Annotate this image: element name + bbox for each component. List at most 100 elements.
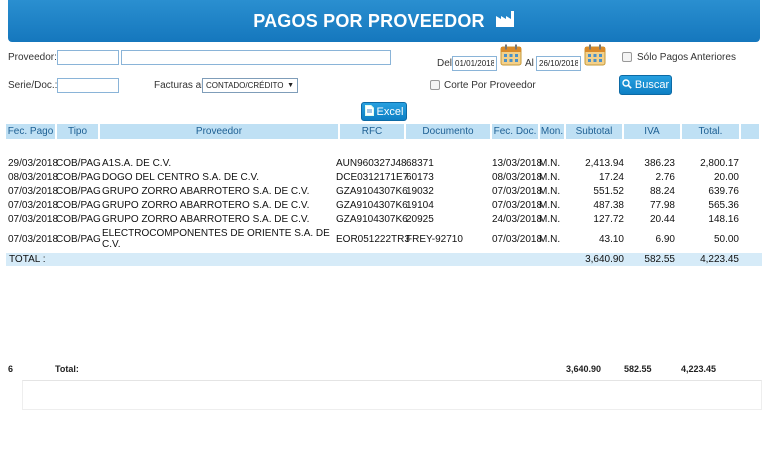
factory-icon [495,10,515,33]
cell-subtotal: 2,413.94 [585,158,624,169]
table-row[interactable]: 07/03/2018 COB/PAG ELECTROCOMPONENTES DE… [6,228,762,252]
cell-tipo: COB/PAG [56,234,101,245]
cell-proveedor: GRUPO ZORRO ABARROTERO S.A. DE C.V. [102,186,310,197]
footer-iva: 582.55 [624,364,652,374]
cell-fec-pago: 07/03/2018 [8,186,59,197]
cell-proveedor: GRUPO ZORRO ABARROTERO S.A. DE C.V. [102,200,310,211]
solo-pagos-checkbox[interactable] [622,52,632,62]
total-subtotal: 3,640.90 [585,254,624,265]
cell-rfc: GZA9104307K6 [336,186,408,197]
del-label: Del [437,58,453,69]
cell-mon: M.N. [539,214,561,225]
cell-subtotal: 17.24 [598,172,624,183]
cell-iva: 77.98 [649,200,675,211]
table-row[interactable]: 08/03/2018 COB/PAG DOGO DEL CENTRO S.A. … [6,172,762,184]
cell-fec-pago: 29/03/2018 [8,158,59,169]
footer-total: 4,223.45 [681,364,717,374]
excel-button[interactable]: Excel [361,102,407,121]
col-rfc[interactable]: RFC [340,124,404,139]
cell-proveedor: ELECTROCOMPONENTES DE ORIENTE S.A. DE C.… [102,228,330,250]
cell-mon: M.N. [539,158,561,169]
cell-documento: 19032 [406,186,434,197]
table-total-row: TOTAL : 3,640.90 582.55 4,223.45 [6,253,762,266]
cell-fec-pago: 07/03/2018 [8,200,59,211]
cell-iva: 20.44 [649,214,675,225]
cell-tipo: COB/PAG [56,214,101,225]
cell-documento: 60173 [406,172,434,183]
page-header: PAGOS POR PROVEEDOR [8,0,760,42]
table-row[interactable]: 07/03/2018 COB/PAG GRUPO ZORRO ABARROTER… [6,186,762,198]
serie-input[interactable] [57,78,119,93]
calendar-to-icon[interactable] [584,44,606,66]
cell-iva: 2.76 [655,172,675,183]
col-total[interactable]: Total. [682,124,739,139]
solo-pagos-label: Sólo Pagos Anteriores [637,52,736,63]
cell-fec-doc: 07/03/2018 [492,200,543,211]
cell-fec-pago: 08/03/2018 [8,172,59,183]
cell-documento: 68371 [406,158,434,169]
col-subtotal[interactable]: Subtotal [566,124,622,139]
cell-tipo: COB/PAG [56,158,101,169]
total-iva: 582.55 [644,254,675,265]
date-from-input[interactable] [452,56,497,71]
search-icon [622,78,632,92]
cell-rfc: GZA9104307K6 [336,214,408,225]
col-proveedor[interactable]: Proveedor [100,124,338,139]
cell-total: 565.36 [708,200,739,211]
cell-fec-doc: 24/03/2018 [492,214,543,225]
total-label: TOTAL : [9,254,46,265]
col-fec-doc[interactable]: Fec. Doc. [492,124,538,139]
cell-mon: M.N. [539,234,561,245]
cell-tipo: COB/PAG [56,200,101,211]
cell-total: 50.00 [713,234,739,245]
cell-documento: FREY-92710 [406,234,463,245]
corte-proveedor-label: Corte Por Proveedor [444,80,536,91]
col-tipo[interactable]: Tipo [57,124,98,139]
cell-rfc: DCE0312171E7 [336,172,409,183]
date-to-input[interactable] [536,56,581,71]
col-fec-pago[interactable]: Fec. Pago [6,124,55,139]
cell-tipo: COB/PAG [56,172,101,183]
cell-subtotal: 551.52 [593,186,624,197]
excel-label: Excel [376,105,404,118]
cell-proveedor: DOGO DEL CENTRO S.A. DE C.V. [102,172,260,183]
col-documento[interactable]: Documento [406,124,490,139]
cell-fec-pago: 07/03/2018 [8,234,59,245]
serie-label: Serie/Doc.: [8,80,58,91]
col-extra [741,124,759,139]
cell-total: 20.00 [713,172,739,183]
buscar-label: Buscar [634,79,670,91]
dropdown-arrow-icon: ▼ [287,82,294,89]
table-row[interactable]: 07/03/2018 COB/PAG GRUPO ZORRO ABARROTER… [6,200,762,212]
col-mon[interactable]: Mon. [540,124,564,139]
buscar-button[interactable]: Buscar [619,75,672,95]
calendar-from-icon[interactable] [500,44,522,66]
facturas-select[interactable]: CONTADO/CRÉDITO ▼ [202,78,298,93]
corte-proveedor-checkbox[interactable] [430,80,440,90]
col-iva[interactable]: IVA [624,124,680,139]
cell-proveedor: GRUPO ZORRO ABARROTERO S.A. DE C.V. [102,214,310,225]
proveedor-label: Proveedor: [8,52,57,63]
cell-iva: 386.23 [644,158,675,169]
cell-total: 639.76 [708,186,739,197]
cell-mon: M.N. [539,200,561,211]
total-total: 4,223.45 [700,254,739,265]
cell-mon: M.N. [539,186,561,197]
cell-fec-doc: 08/03/2018 [492,172,543,183]
cell-subtotal: 43.10 [598,234,624,245]
cell-documento: 20925 [406,214,434,225]
cell-rfc: GZA9104307K6 [336,200,408,211]
footer-area [22,380,762,410]
table-row[interactable]: 29/03/2018 COB/PAG A1S.A. DE C.V. AUN960… [6,158,762,170]
cell-tipo: COB/PAG [56,186,101,197]
table-row[interactable]: 07/03/2018 COB/PAG GRUPO ZORRO ABARROTER… [6,214,762,226]
facturas-selected: CONTADO/CRÉDITO [206,81,284,90]
proveedor-name-input[interactable] [121,50,391,65]
proveedor-code-input[interactable] [57,50,119,65]
cell-mon: M.N. [539,172,561,183]
al-label: Al [525,58,534,69]
cell-subtotal: 487.38 [593,200,624,211]
facturas-label: Facturas al [154,80,204,91]
footer-label: Total: [55,364,79,374]
cell-total: 2,800.17 [700,158,739,169]
